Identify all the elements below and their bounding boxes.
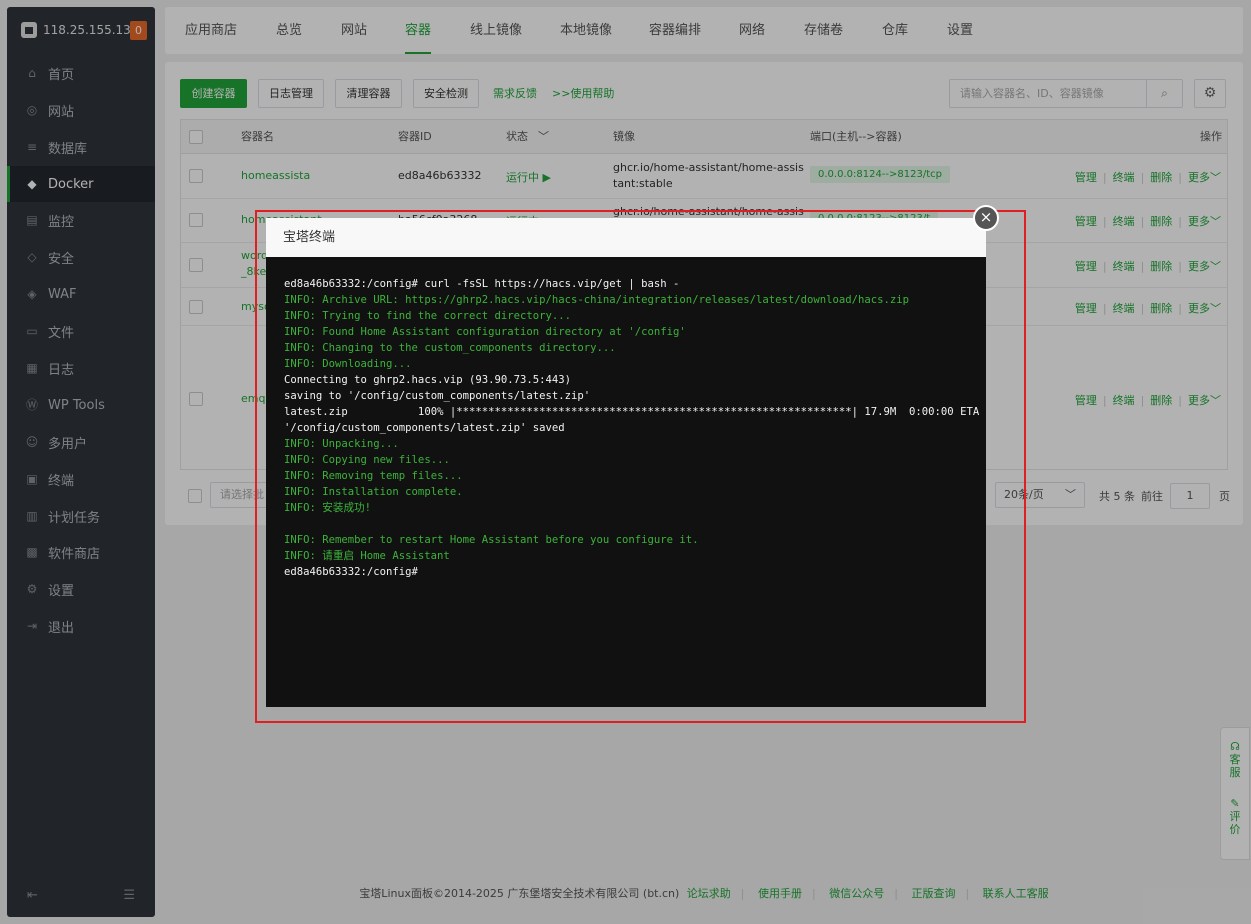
terminal-line: ed8a46b63332:/config#: [284, 566, 418, 578]
terminal-line: INFO: Found Home Assistant configuration…: [284, 326, 686, 338]
terminal-line: INFO: Copying new files...: [284, 454, 450, 466]
terminal-line: INFO: Unpacking...: [284, 438, 399, 450]
terminal-line: INFO: Archive URL: https://ghrp2.hacs.vi…: [284, 294, 910, 306]
close-icon[interactable]: ×: [973, 205, 999, 231]
terminal-line: '/config/custom_components/latest.zip' s…: [284, 422, 565, 434]
terminal-line: INFO: 请重启 Home Assistant: [284, 550, 450, 562]
terminal-line: Connecting to ghrp2.hacs.vip (93.90.73.5…: [284, 374, 572, 386]
terminal-modal: 宝塔终端 ed8a46b63332:/config# curl -fsSL ht…: [266, 218, 986, 707]
terminal-line: INFO: Removing temp files...: [284, 470, 463, 482]
terminal-output[interactable]: ed8a46b63332:/config# curl -fsSL https:/…: [284, 276, 980, 580]
terminal-line: INFO: Remember to restart Home Assistant…: [284, 534, 699, 546]
terminal-line: INFO: Trying to find the correct directo…: [284, 310, 572, 322]
terminal-line: INFO: Downloading...: [284, 358, 412, 370]
modal-title: 宝塔终端: [266, 218, 986, 257]
terminal-line: INFO: Installation complete.: [284, 486, 463, 498]
terminal-line: INFO: Changing to the custom_components …: [284, 342, 616, 354]
terminal-line: latest.zip 100% |***********************…: [284, 406, 980, 418]
terminal-line: saving to '/config/custom_components/lat…: [284, 390, 591, 402]
terminal-line: ed8a46b63332:/config# curl -fsSL https:/…: [284, 278, 680, 290]
terminal-line: INFO: 安装成功!: [284, 502, 372, 514]
